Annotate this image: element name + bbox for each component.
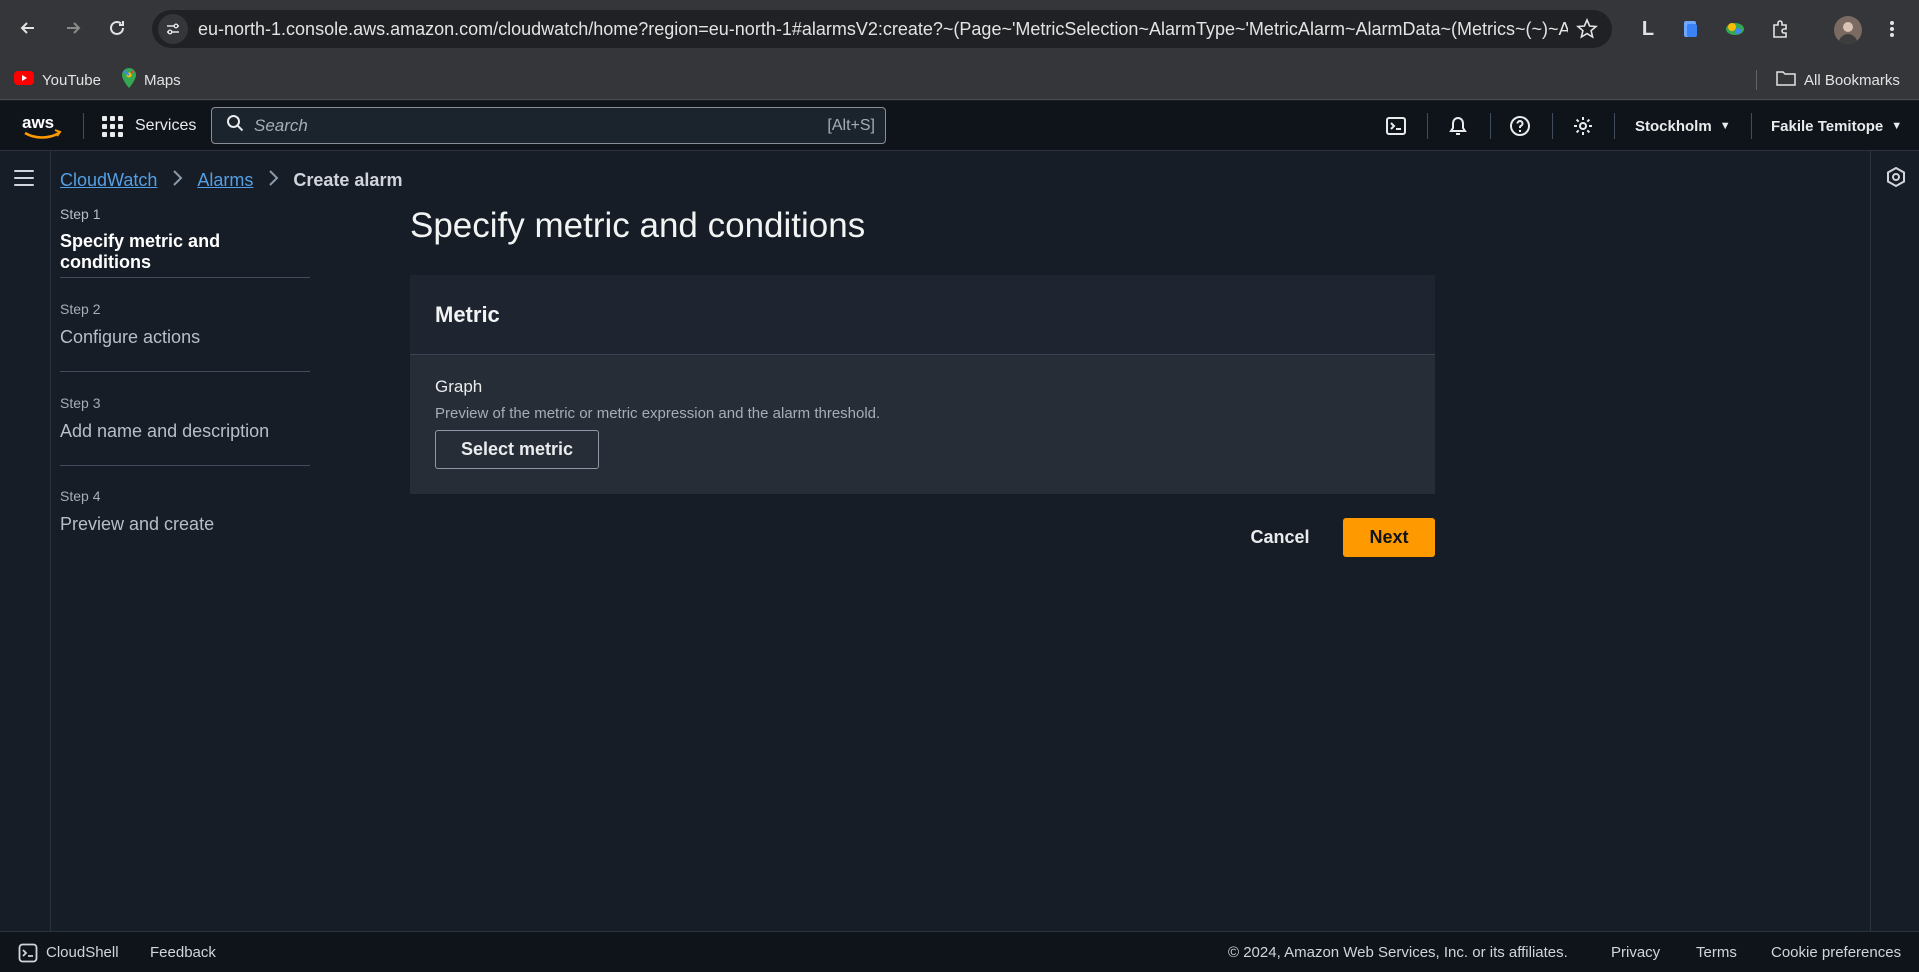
bookmark-maps[interactable]: Maps [122,60,181,100]
divider [1614,113,1615,139]
folder-icon [1776,70,1796,90]
settings-gear-icon[interactable] [1571,114,1595,138]
step-number: Step 2 [60,301,101,317]
region-label: Stockholm [1635,117,1712,135]
step-number: Step 3 [60,395,101,411]
maps-icon [122,68,136,92]
address-bar[interactable]: eu-north-1.console.aws.amazon.com/cloudw… [152,10,1612,48]
services-menu[interactable]: Services [102,101,196,151]
reload-icon[interactable] [101,12,133,44]
url-text[interactable]: eu-north-1.console.aws.amazon.com/cloudw… [198,19,1568,40]
search-icon [226,114,244,137]
wizard-actions: Cancel Next [1230,518,1435,558]
extension-doc-icon[interactable] [1678,16,1704,42]
chevron-right-icon [171,169,183,192]
divider [83,113,84,139]
aws-logo[interactable]: aws [22,111,64,141]
youtube-icon [14,71,34,89]
chevron-right-icon [267,169,279,192]
terms-link[interactable]: Terms [1696,932,1737,972]
step-label: Add name and description [60,421,270,441]
feedback-link[interactable]: Feedback [150,932,216,972]
console-footer: CloudShell Feedback © 2024, Amazon Web S… [0,931,1919,972]
bookmark-youtube[interactable]: YouTube [14,60,101,100]
breadcrumb-cloudwatch[interactable]: CloudWatch [60,170,157,191]
divider [1490,113,1491,139]
privacy-link[interactable]: Privacy [1611,932,1660,972]
cloudshell-footer-button[interactable]: CloudShell [18,932,119,972]
region-selector[interactable]: Stockholm ▼ [1635,101,1731,151]
menu-hamburger-icon[interactable] [14,170,34,186]
copyright-text: © 2024, Amazon Web Services, Inc. or its… [1228,944,1568,961]
page-title: Specify metric and conditions [410,206,866,245]
right-rail [1870,151,1919,931]
step-4: Step 4 Preview and create [60,466,310,546]
breadcrumb-alarms[interactable]: Alarms [197,170,253,191]
panel-body: Graph Preview of the metric or metric ex… [410,355,1435,494]
cloudshell-label: CloudShell [46,944,119,961]
graph-label: Graph [435,377,483,396]
bookmarks-bar: YouTube Maps All Bookmarks [0,60,1919,100]
divider [1552,113,1553,139]
cloudshell-icon [18,943,38,963]
divider [1756,70,1757,90]
step-number: Step 1 [60,206,101,222]
all-bookmarks[interactable]: All Bookmarks [1776,60,1900,100]
services-grid-icon [102,115,123,137]
help-icon[interactable] [1508,114,1532,138]
divider [1427,113,1428,139]
cloudshell-icon[interactable] [1384,114,1408,138]
browser-toolbar: eu-north-1.console.aws.amazon.com/cloudw… [0,0,1919,60]
extensions-puzzle-icon[interactable] [1767,16,1793,42]
caret-down-icon: ▼ [1719,120,1731,132]
step-2: Step 2 Configure actions [60,278,310,372]
account-label: Fakile Temitope [1771,117,1884,135]
step-number: Step 4 [60,488,101,504]
panel-title: Metric [410,275,1435,355]
bookmark-label: YouTube [42,71,101,89]
profile-avatar[interactable] [1834,16,1862,44]
bookmark-star-icon[interactable] [1576,17,1598,45]
step-label: Preview and create [60,514,215,534]
step-1: Step 1 Specify metric and conditions [60,205,310,278]
breadcrumb: CloudWatch Alarms Create alarm [60,168,402,192]
caret-down-icon: ▼ [1891,120,1903,132]
search-placeholder: Search [254,115,308,135]
extension-l-icon[interactable]: L [1635,16,1661,42]
divider [1751,113,1752,139]
wizard-steps: Step 1 Specify metric and conditions Ste… [60,205,310,546]
breadcrumb-current: Create alarm [293,169,403,190]
notifications-bell-icon[interactable] [1446,114,1470,138]
cookie-preferences-link[interactable]: Cookie preferences [1771,932,1901,972]
browser-menu-icon[interactable] [1887,16,1897,42]
bookmark-label: Maps [144,71,181,89]
search-input[interactable]: Search [Alt+S] [211,107,886,144]
step-label: Specify metric and conditions [60,231,221,272]
forward-icon[interactable] [57,12,89,44]
account-menu[interactable]: Fakile Temitope ▼ [1771,101,1902,151]
next-button[interactable]: Next [1343,518,1435,557]
select-metric-button[interactable]: Select metric [435,430,599,469]
step-label: Configure actions [60,327,201,347]
metric-panel: Metric Graph Preview of the metric or me… [410,275,1435,494]
cancel-button[interactable]: Cancel [1230,518,1330,556]
graph-description: Preview of the metric or metric expressi… [435,405,881,422]
site-info-icon[interactable] [158,14,188,44]
step-3: Step 3 Add name and description [60,372,310,466]
left-rail [0,151,51,931]
all-bookmarks-label: All Bookmarks [1804,71,1900,89]
help-panel-toggle-icon[interactable] [1886,166,1906,192]
search-shortcut: [Alt+S] [827,116,875,134]
back-icon[interactable] [12,12,44,44]
extension-colorful-icon[interactable] [1722,16,1748,42]
svg-text:aws: aws [22,113,54,132]
services-label: Services [135,117,197,134]
